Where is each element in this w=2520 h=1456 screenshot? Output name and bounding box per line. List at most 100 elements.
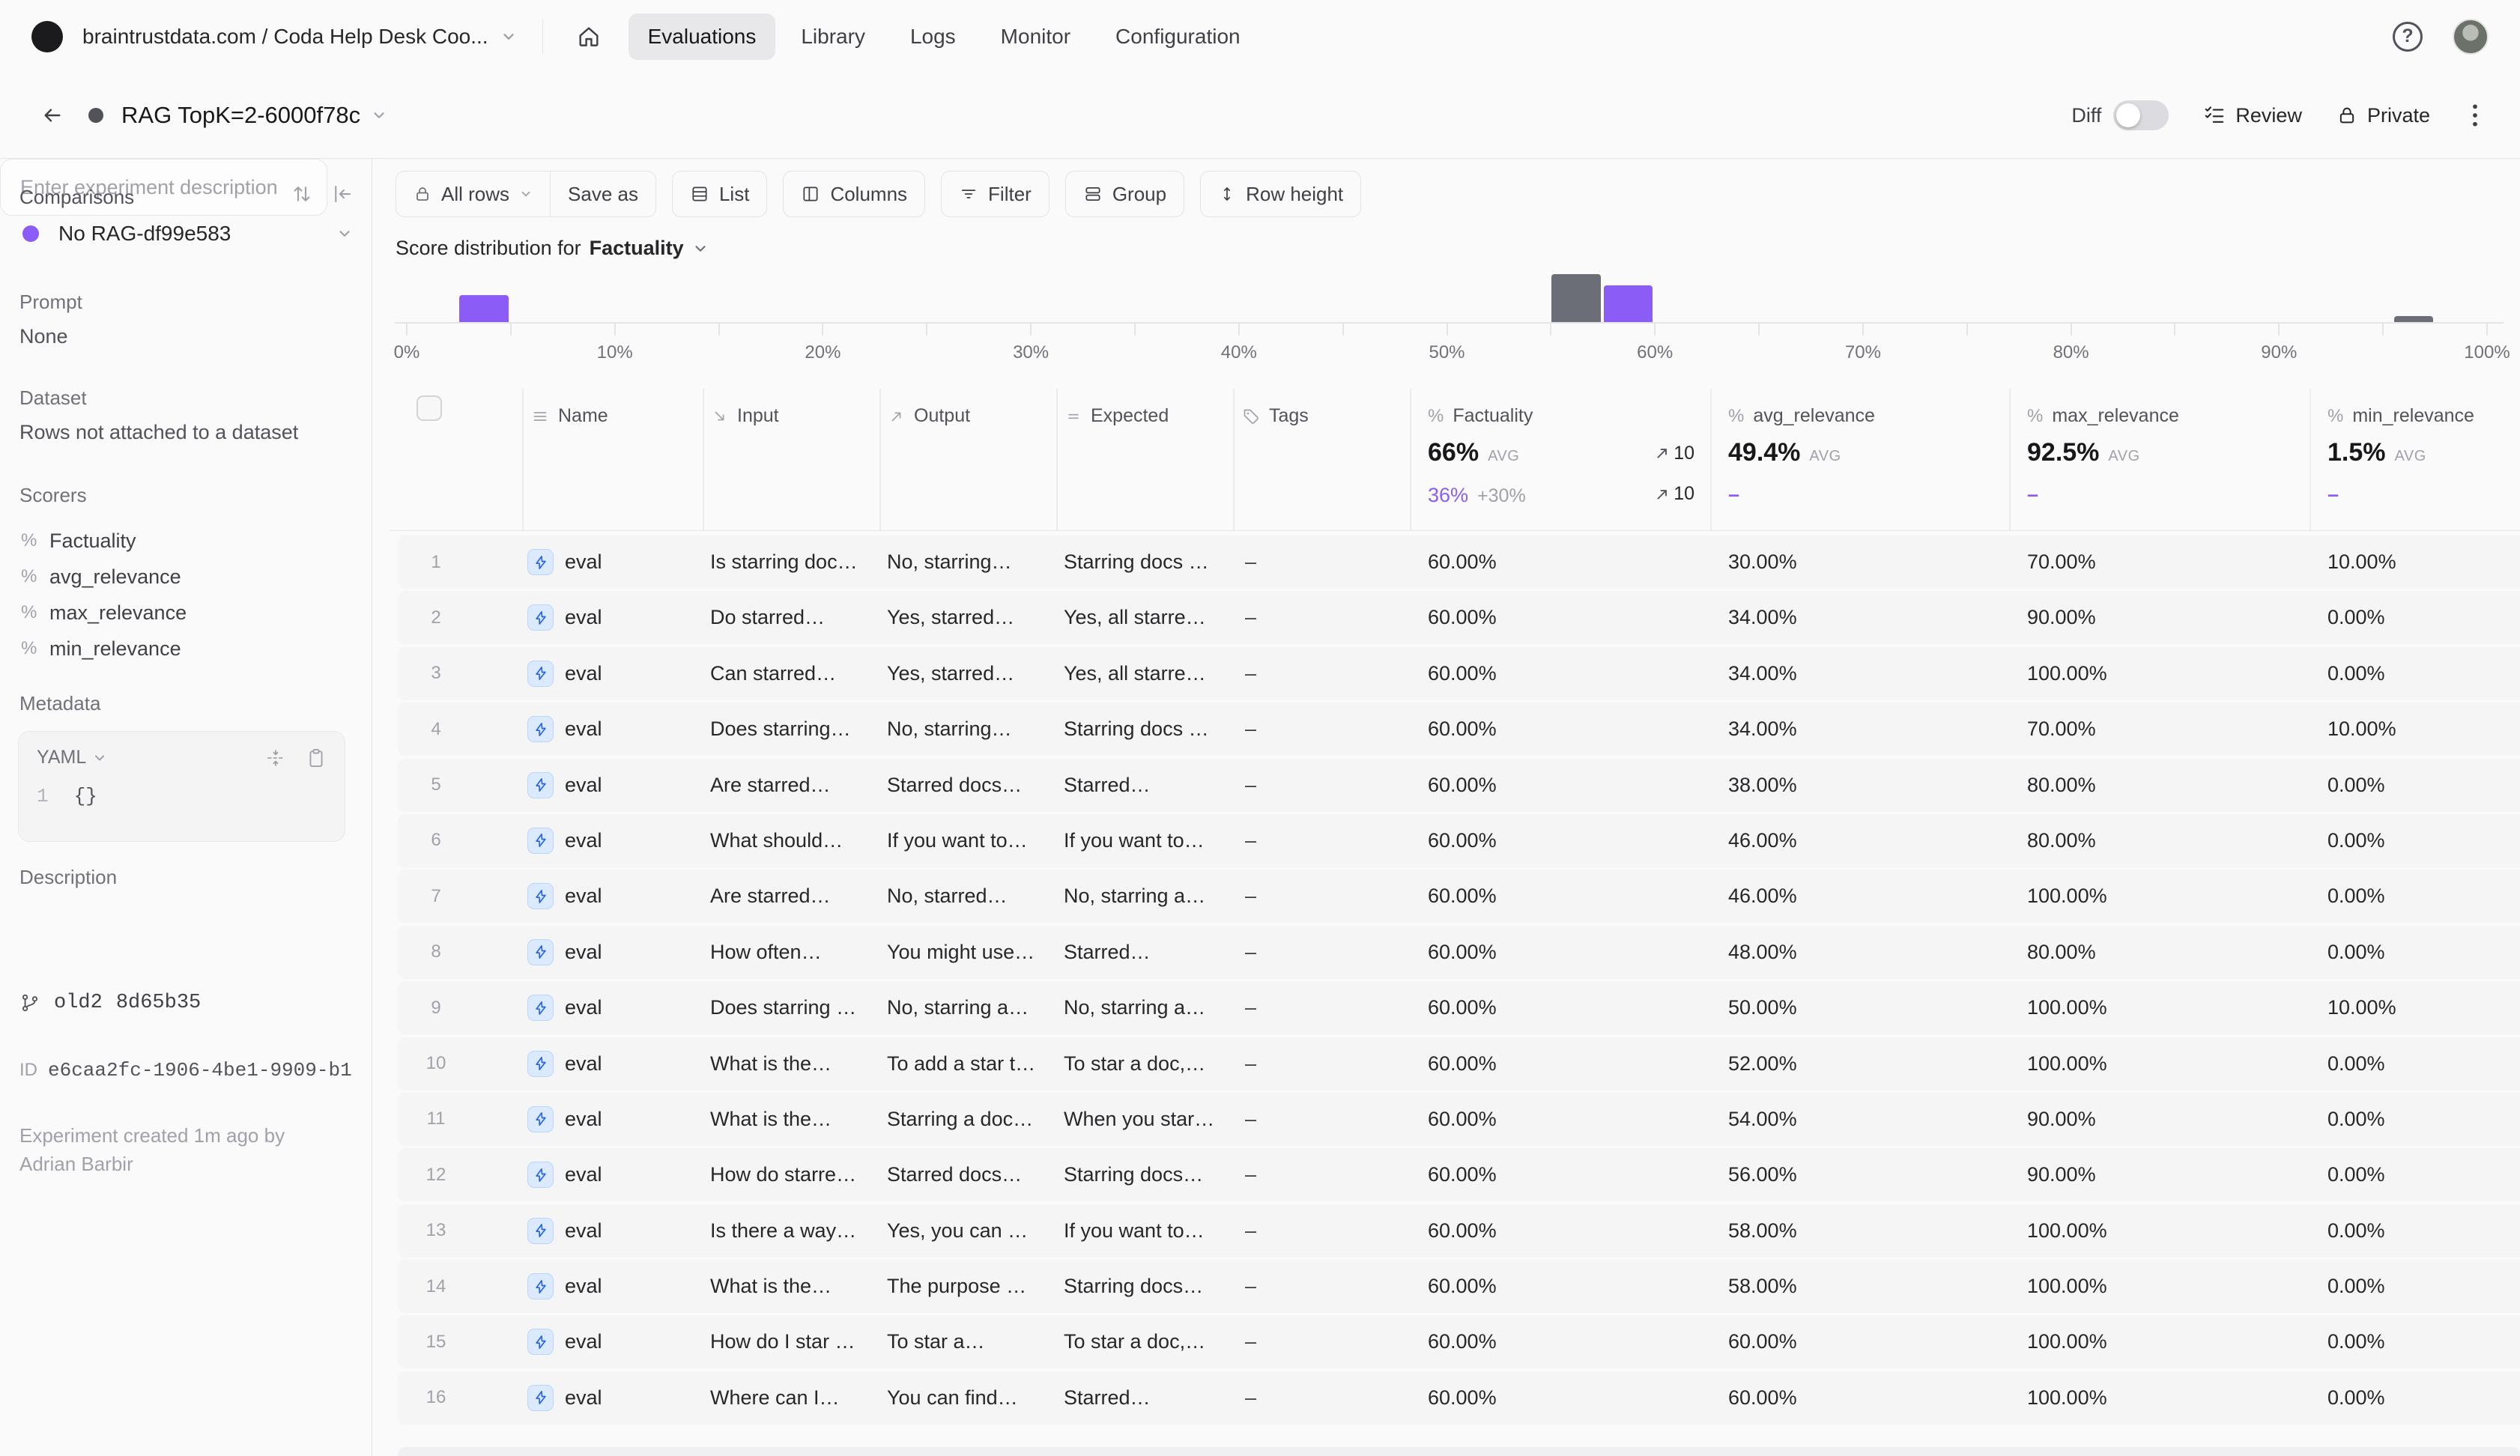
table-row[interactable]: 2 eval Do starred… Yes, starred… Yes, al… xyxy=(398,591,2520,644)
breadcrumb[interactable]: braintrustdata.com / Coda Help Desk Coo.… xyxy=(82,25,517,49)
column-divider xyxy=(1056,389,1058,531)
scorer-item-factuality[interactable]: % Factuality xyxy=(21,523,357,559)
experiment-id-row[interactable]: ID e6caa2fc-1906-4be1-9909-b15… xyxy=(19,1059,353,1082)
top-nav: braintrustdata.com / Coda Help Desk Coo.… xyxy=(0,0,2520,73)
help-button[interactable]: ? xyxy=(2393,22,2423,52)
axis-label: 10% xyxy=(597,342,633,363)
column-header-max-relevance[interactable]: % max_relevance xyxy=(2027,405,2179,427)
columns-label: Columns xyxy=(830,183,907,206)
table-row[interactable]: 6 eval What should… If you want to… If y… xyxy=(398,814,2520,867)
eval-task-icon xyxy=(527,1218,554,1244)
experiment-title[interactable]: RAG TopK=2-6000f78c xyxy=(121,102,387,129)
row-expected-cell: Starred… xyxy=(1056,1386,1233,1410)
table-row[interactable]: 3 eval Can starred… Yes, starred… Yes, a… xyxy=(398,647,2520,700)
row-avg-relevance-cell: 52.00% xyxy=(1710,1052,2009,1076)
columns-button[interactable]: Columns xyxy=(783,171,925,217)
all-rows-button[interactable]: All rows xyxy=(396,172,550,216)
copy-button[interactable] xyxy=(306,747,327,768)
tab-logs[interactable]: Logs xyxy=(891,13,975,60)
tab-configuration[interactable]: Configuration xyxy=(1096,13,1260,60)
tab-library[interactable]: Library xyxy=(781,13,885,60)
row-output-cell: If you want to… xyxy=(879,829,1056,852)
table-row[interactable]: 15 eval How do I star … To star a… To st… xyxy=(398,1315,2520,1368)
histogram-bar[interactable] xyxy=(1551,274,1600,322)
row-output-cell: Yes, you can … xyxy=(879,1219,1056,1243)
row-input-cell: What should… xyxy=(703,829,879,852)
column-divider xyxy=(1233,389,1235,531)
tab-monitor[interactable]: Monitor xyxy=(981,13,1090,60)
select-all-checkbox[interactable] xyxy=(417,395,442,421)
row-tags-cell: – xyxy=(1233,1052,1410,1076)
filter-button[interactable]: Filter xyxy=(941,171,1050,217)
scorer-item-min-relevance[interactable]: % min_relevance xyxy=(21,631,357,667)
fold-button[interactable] xyxy=(265,747,286,768)
rows-filter-group: All rows Save as xyxy=(396,171,656,217)
table-row[interactable]: 1 eval Is starring doc… No, starring… St… xyxy=(398,536,2520,589)
scorer-item-avg-relevance[interactable]: % avg_relevance xyxy=(21,559,357,595)
scorers-label: Scorers xyxy=(19,484,87,507)
row-avg-relevance-cell: 34.00% xyxy=(1710,662,2009,685)
row-name: eval xyxy=(565,718,602,741)
avg-label: AVG xyxy=(1488,448,1519,465)
row-height-button[interactable]: Row height xyxy=(1200,171,1361,217)
column-header-tags[interactable]: Tags xyxy=(1242,405,1309,427)
percent-icon: % xyxy=(21,638,39,659)
histogram-bar[interactable] xyxy=(459,295,508,322)
table-row[interactable]: 16 eval Where can I… You can find… Starr… xyxy=(398,1371,2520,1425)
tab-evaluations[interactable]: Evaluations xyxy=(629,13,776,60)
table-row[interactable]: 10 eval What is the… To add a star t… To… xyxy=(398,1037,2520,1091)
row-number: 7 xyxy=(408,886,464,907)
chevron-down-icon xyxy=(692,240,709,257)
column-header-name[interactable]: Name xyxy=(531,405,608,427)
prompt-label: Prompt xyxy=(19,291,82,314)
diff-toggle[interactable] xyxy=(2113,100,2169,130)
trend-indicator[interactable]: 10 xyxy=(1655,483,1694,505)
home-button[interactable] xyxy=(569,16,609,57)
collapse-sidebar-button[interactable] xyxy=(331,183,354,205)
rows-icon xyxy=(531,407,549,425)
group-button[interactable]: Group xyxy=(1065,171,1184,217)
review-button[interactable]: Review xyxy=(2203,104,2302,127)
sort-comparisons-button[interactable] xyxy=(291,183,313,205)
table-row[interactable]: 12 eval How do starre… Starred docs… Sta… xyxy=(398,1148,2520,1201)
table-row[interactable]: 14 eval What is the… The purpose … Starr… xyxy=(398,1260,2520,1313)
column-header-expected[interactable]: Expected xyxy=(1065,405,1169,427)
more-menu-button[interactable] xyxy=(2465,100,2486,131)
table-row[interactable]: 8 eval How often… You might use… Starred… xyxy=(398,926,2520,979)
column-header-factuality[interactable]: % Factuality xyxy=(1428,405,1533,427)
list-view-button[interactable]: List xyxy=(672,171,767,217)
score-distribution-selector[interactable]: Score distribution for Factuality xyxy=(396,237,709,260)
back-button[interactable] xyxy=(34,97,70,133)
private-button[interactable]: Private xyxy=(2336,104,2430,127)
divider xyxy=(390,530,2520,532)
column-header-avg-relevance[interactable]: % avg_relevance xyxy=(1728,405,1875,427)
column-header-output[interactable]: Output xyxy=(888,405,970,427)
column-header-input[interactable]: Input xyxy=(712,405,779,427)
eval-task-icon xyxy=(527,549,554,575)
git-ref-row[interactable]: old2 8d65b35 xyxy=(19,992,201,1014)
histogram-bar[interactable] xyxy=(1604,285,1653,322)
save-as-button[interactable]: Save as xyxy=(550,172,655,216)
created-note: Experiment created 1m ago by Adrian Barb… xyxy=(19,1122,312,1178)
histogram-bar[interactable] xyxy=(2394,316,2433,322)
axis-tick xyxy=(1447,324,1448,336)
yaml-editor-line[interactable]: 1 {} xyxy=(37,785,327,807)
comparison-item[interactable]: No RAG-df99e583 xyxy=(22,222,353,246)
column-header-min-relevance[interactable]: % min_relevance xyxy=(2327,405,2474,427)
trend-indicator[interactable]: 10 xyxy=(1655,443,1694,464)
scorer-item-max-relevance[interactable]: % max_relevance xyxy=(21,595,357,631)
row-min-relevance-cell: 0.00% xyxy=(2310,774,2520,797)
table-row[interactable]: 5 eval Are starred… Starred docs… Starre… xyxy=(398,759,2520,812)
table-row[interactable]: 7 eval Are starred… No, starred… No, sta… xyxy=(398,870,2520,923)
axis-label: 60% xyxy=(1637,342,1673,363)
avatar[interactable] xyxy=(2453,19,2489,55)
row-name: eval xyxy=(565,1219,602,1243)
trend-up-icon xyxy=(1655,487,1670,502)
table-row[interactable]: 4 eval Does starring… No, starring… Star… xyxy=(398,703,2520,756)
table-row[interactable]: 11 eval What is the… Starring a doc… Whe… xyxy=(398,1093,2520,1146)
row-input-cell: Are starred… xyxy=(703,885,879,908)
table-row[interactable]: 9 eval Does starring … No, starring a… N… xyxy=(398,981,2520,1034)
table-row[interactable]: 13 eval Is there a way… Yes, you can … I… xyxy=(398,1204,2520,1258)
yaml-mode-select[interactable]: YAML xyxy=(37,747,107,768)
row-avg-relevance-cell: 34.00% xyxy=(1710,718,2009,741)
